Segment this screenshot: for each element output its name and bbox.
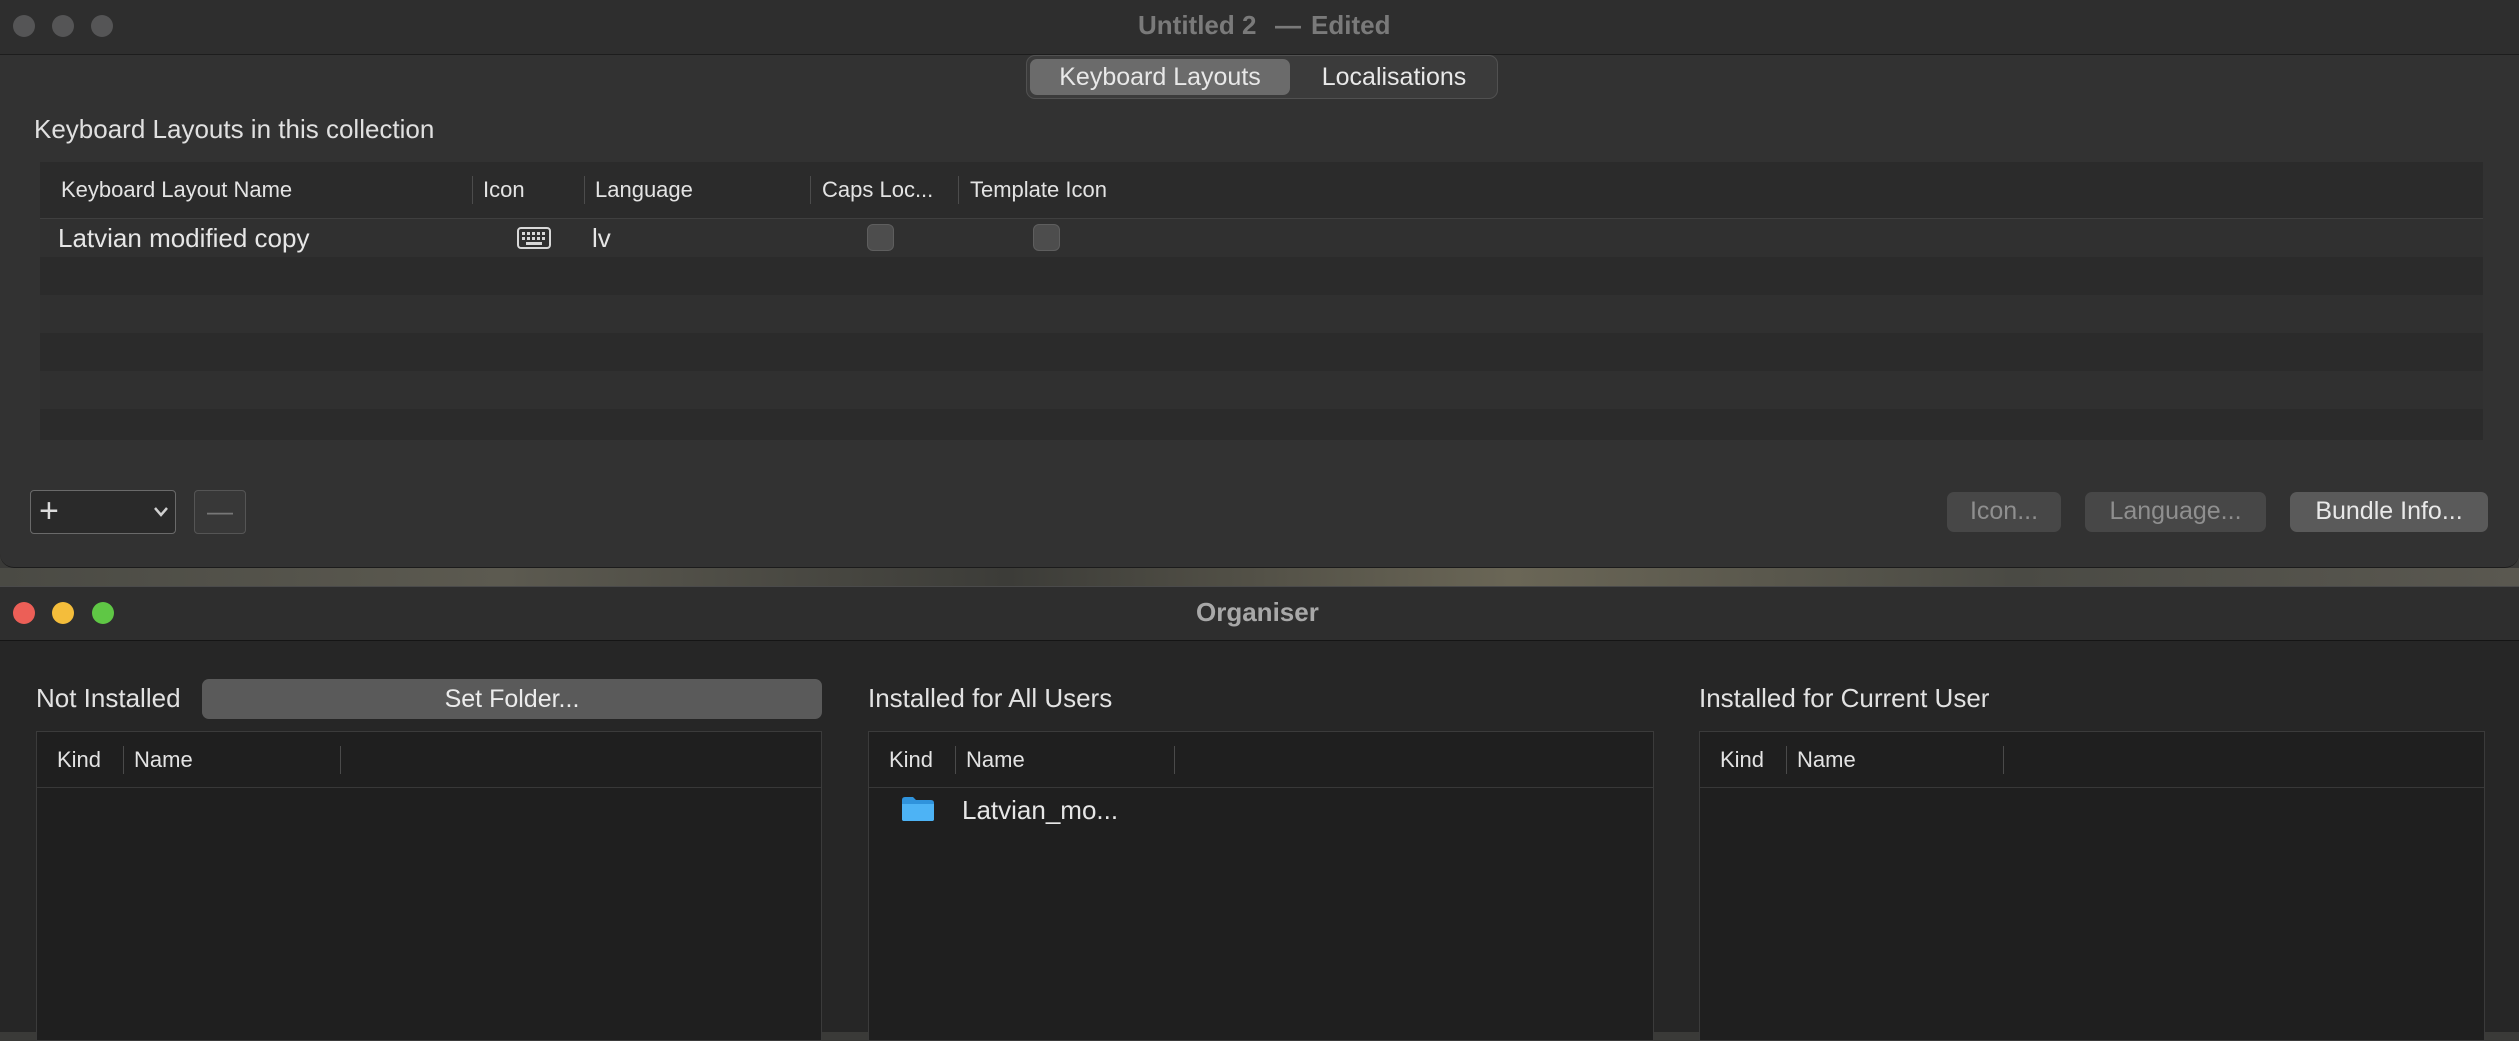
- all-users-list[interactable]: Kind Name Latvian_mo...: [868, 731, 1654, 1041]
- current-user-label: Installed for Current User: [1699, 683, 1990, 713]
- all-users-label: Installed for All Users: [868, 683, 1113, 713]
- column-separator[interactable]: [584, 176, 585, 204]
- header-divider: [1700, 787, 2484, 788]
- empty-row: [40, 257, 2483, 295]
- tab-segmented-control: Keyboard Layouts Localisations: [1026, 55, 1498, 99]
- column-header-kind[interactable]: Kind: [57, 732, 101, 788]
- language-cell: lv: [592, 223, 611, 253]
- minimize-button[interactable]: [52, 602, 74, 624]
- column-separator[interactable]: [955, 746, 956, 774]
- plus-icon: +: [39, 492, 59, 530]
- tab-localisations[interactable]: Localisations: [1293, 59, 1495, 95]
- column-separator[interactable]: [2003, 746, 2004, 774]
- keyboard-icon: [517, 227, 551, 249]
- not-installed-list[interactable]: Kind Name: [36, 731, 822, 1041]
- close-button[interactable]: [13, 602, 35, 624]
- empty-row: [40, 371, 2483, 409]
- header-divider: [37, 787, 821, 788]
- column-header-icon[interactable]: Icon: [483, 162, 525, 218]
- folder-icon: [902, 797, 934, 821]
- column-header-kind[interactable]: Kind: [1720, 732, 1764, 788]
- column-separator[interactable]: [340, 746, 341, 774]
- column-separator[interactable]: [1786, 746, 1787, 774]
- column-header-name[interactable]: Name: [134, 732, 193, 788]
- column-separator[interactable]: [1174, 746, 1175, 774]
- title-bar: Organiser: [0, 587, 2519, 641]
- icon-button[interactable]: Icon...: [1947, 492, 2061, 532]
- column-header-template-icon[interactable]: Template Icon: [970, 162, 1107, 218]
- title-status: Edited: [1311, 10, 1391, 40]
- table-row[interactable]: Latvian modified copy lv: [40, 219, 2483, 257]
- window-title: Organiser: [1196, 597, 1319, 627]
- zoom-button[interactable]: [91, 15, 113, 37]
- language-button[interactable]: Language...: [2085, 492, 2266, 532]
- column-separator[interactable]: [810, 176, 811, 204]
- window-title: Untitled 2: [1138, 10, 1257, 40]
- layout-name-cell: Latvian modified copy: [58, 223, 310, 253]
- add-layout-popup[interactable]: +: [30, 490, 176, 534]
- zoom-button[interactable]: [92, 602, 114, 624]
- column-header-caps-lock[interactable]: Caps Loc...: [822, 162, 933, 218]
- column-header-language[interactable]: Language: [595, 162, 693, 218]
- list-item[interactable]: Latvian_mo...: [869, 788, 1653, 832]
- title-separator: —: [1275, 10, 1301, 40]
- set-folder-button[interactable]: Set Folder...: [202, 679, 822, 719]
- column-separator[interactable]: [123, 746, 124, 774]
- column-header-kind[interactable]: Kind: [889, 732, 933, 788]
- close-button[interactable]: [13, 15, 35, 37]
- empty-row: [40, 295, 2483, 333]
- section-heading: Keyboard Layouts in this collection: [34, 114, 435, 144]
- tab-keyboard-layouts[interactable]: Keyboard Layouts: [1030, 59, 1290, 95]
- title-bar: Untitled 2 — Edited: [0, 0, 2519, 55]
- column-header-name[interactable]: Name: [966, 732, 1025, 788]
- chevron-down-icon: [154, 507, 168, 517]
- minimize-button[interactable]: [52, 15, 74, 37]
- template-icon-checkbox[interactable]: [1033, 224, 1060, 251]
- current-user-list[interactable]: Kind Name: [1699, 731, 2485, 1041]
- not-installed-label: Not Installed: [36, 683, 181, 713]
- column-header-name[interactable]: Keyboard Layout Name: [61, 162, 292, 218]
- column-separator[interactable]: [958, 176, 959, 204]
- column-separator[interactable]: [472, 176, 473, 204]
- empty-row: [40, 409, 2483, 440]
- remove-layout-button[interactable]: —: [194, 490, 246, 534]
- bundle-info-button[interactable]: Bundle Info...: [2290, 492, 2488, 532]
- organiser-window: Organiser Not Installed Set Folder... Ki…: [0, 586, 2519, 1041]
- desktop-background: [0, 568, 2519, 586]
- empty-row: [40, 333, 2483, 371]
- keyboard-layouts-table[interactable]: Keyboard Layout Name Icon Language Caps …: [40, 162, 2483, 440]
- item-name: Latvian_mo...: [962, 795, 1119, 825]
- keyboard-layout-window: Untitled 2 — Edited Keyboard Layouts Loc…: [0, 0, 2519, 568]
- caps-lock-checkbox[interactable]: [867, 224, 894, 251]
- column-header-name[interactable]: Name: [1797, 732, 1856, 788]
